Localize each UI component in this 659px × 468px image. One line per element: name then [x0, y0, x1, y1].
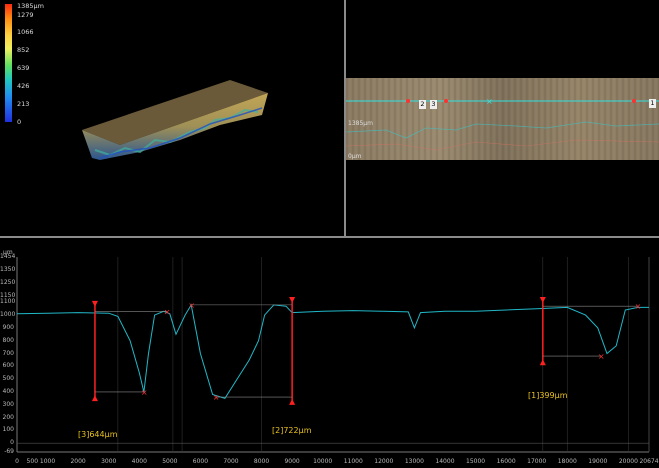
depth-scale-label: 1385µm [348, 120, 373, 127]
measurement-overlays: × × × × × × [91, 297, 642, 405]
optical-image-pane[interactable]: × 2 3 1 1385µm 0µm [346, 0, 659, 236]
measurement-arrow[interactable] [91, 395, 98, 402]
measurement-point[interactable]: × [188, 301, 195, 310]
measurement-point[interactable]: × [141, 388, 148, 397]
3d-view-pane[interactable]: 1385µm 1279 1066 852 639 426 213 0 [0, 0, 344, 236]
measurement-arrow[interactable] [539, 297, 546, 304]
svg-text:×: × [486, 97, 493, 106]
marker-label[interactable]: 2 [419, 100, 426, 109]
measurement-label[interactable]: [1]399µm [528, 391, 567, 400]
marker-label[interactable]: 1 [649, 99, 656, 108]
measurement-point[interactable]: × [213, 393, 220, 402]
measurement-point[interactable]: × [164, 307, 171, 316]
zero-scale-label: 0µm [348, 153, 362, 160]
measurement-arrow[interactable] [91, 300, 98, 307]
measurement-arrow[interactable] [539, 359, 546, 366]
measurement-arrow[interactable] [289, 297, 296, 304]
marker-label[interactable]: 3 [430, 100, 437, 109]
measurement-arrow[interactable] [289, 398, 296, 405]
profile-series-line [16, 303, 649, 399]
measurement-point[interactable]: × [635, 302, 642, 311]
measurement-point[interactable]: × [598, 352, 605, 361]
optical-image: × [346, 78, 659, 160]
measurement-label[interactable]: [3]644µm [78, 430, 117, 439]
3d-surface-render[interactable] [0, 0, 344, 236]
chart-grid [16, 257, 650, 453]
measurement-label[interactable]: [2]722µm [272, 426, 311, 435]
